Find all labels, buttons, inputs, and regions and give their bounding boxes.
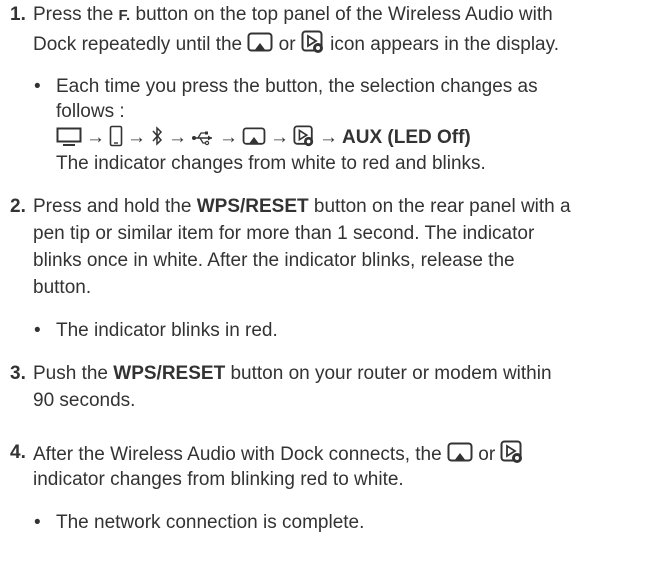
arrow-glyph: → — [86, 127, 105, 148]
arrow-glyph: → — [168, 127, 187, 148]
bullet-text: follows : — [56, 101, 125, 122]
step-text-line: 90 seconds. — [33, 390, 136, 411]
step-text-line: Press and hold the WPS/RESET button on t… — [33, 196, 571, 217]
allshare-icon — [500, 440, 524, 472]
function-button-label: F. — [118, 7, 131, 24]
step-number: 1. — [10, 4, 26, 25]
step-text-line: button. — [33, 277, 92, 298]
step-text-line: pen tip or similar item for more than 1 … — [33, 223, 535, 244]
step-number: 2. — [10, 196, 26, 217]
allshare-icon — [301, 30, 325, 62]
arrow-glyph: → — [219, 127, 238, 148]
bullet-text: The network connection is complete. — [56, 512, 365, 533]
arrow-glyph: → — [127, 127, 146, 148]
step-text-line: blinks once in white. After the indicato… — [33, 250, 515, 271]
step-text-line: Push the WPS/RESET button on your router… — [33, 363, 552, 384]
arrow-glyph: → — [270, 127, 289, 148]
airplay-icon — [447, 442, 473, 472]
bullet-note: The indicator changes from white to red … — [56, 153, 486, 174]
aux-label: AUX (LED Off) — [342, 127, 471, 148]
wps-reset-label: WPS/RESET — [196, 196, 309, 217]
step-number: 4. — [10, 442, 26, 463]
step-text-line: Press the F. button on the top panel of … — [33, 4, 553, 25]
step-text-line: indicator changes from blinking red to w… — [33, 469, 404, 490]
bullet-text: Each time you press the button, the sele… — [56, 76, 538, 97]
bullet-dot: • — [34, 76, 41, 97]
bullet-dot: • — [34, 320, 41, 341]
instruction-page: 1. Press the F. button on the top panel … — [0, 0, 664, 565]
airplay-icon — [247, 32, 273, 62]
bullet-dot: • — [34, 512, 41, 533]
arrow-glyph: → — [319, 127, 338, 148]
step-number: 3. — [10, 363, 26, 384]
step-text-line: Dock repeatedly until the or icon appear… — [33, 30, 559, 62]
wps-reset-label: WPS/RESET — [113, 363, 226, 384]
bullet-text: The indicator blinks in red. — [56, 320, 278, 341]
